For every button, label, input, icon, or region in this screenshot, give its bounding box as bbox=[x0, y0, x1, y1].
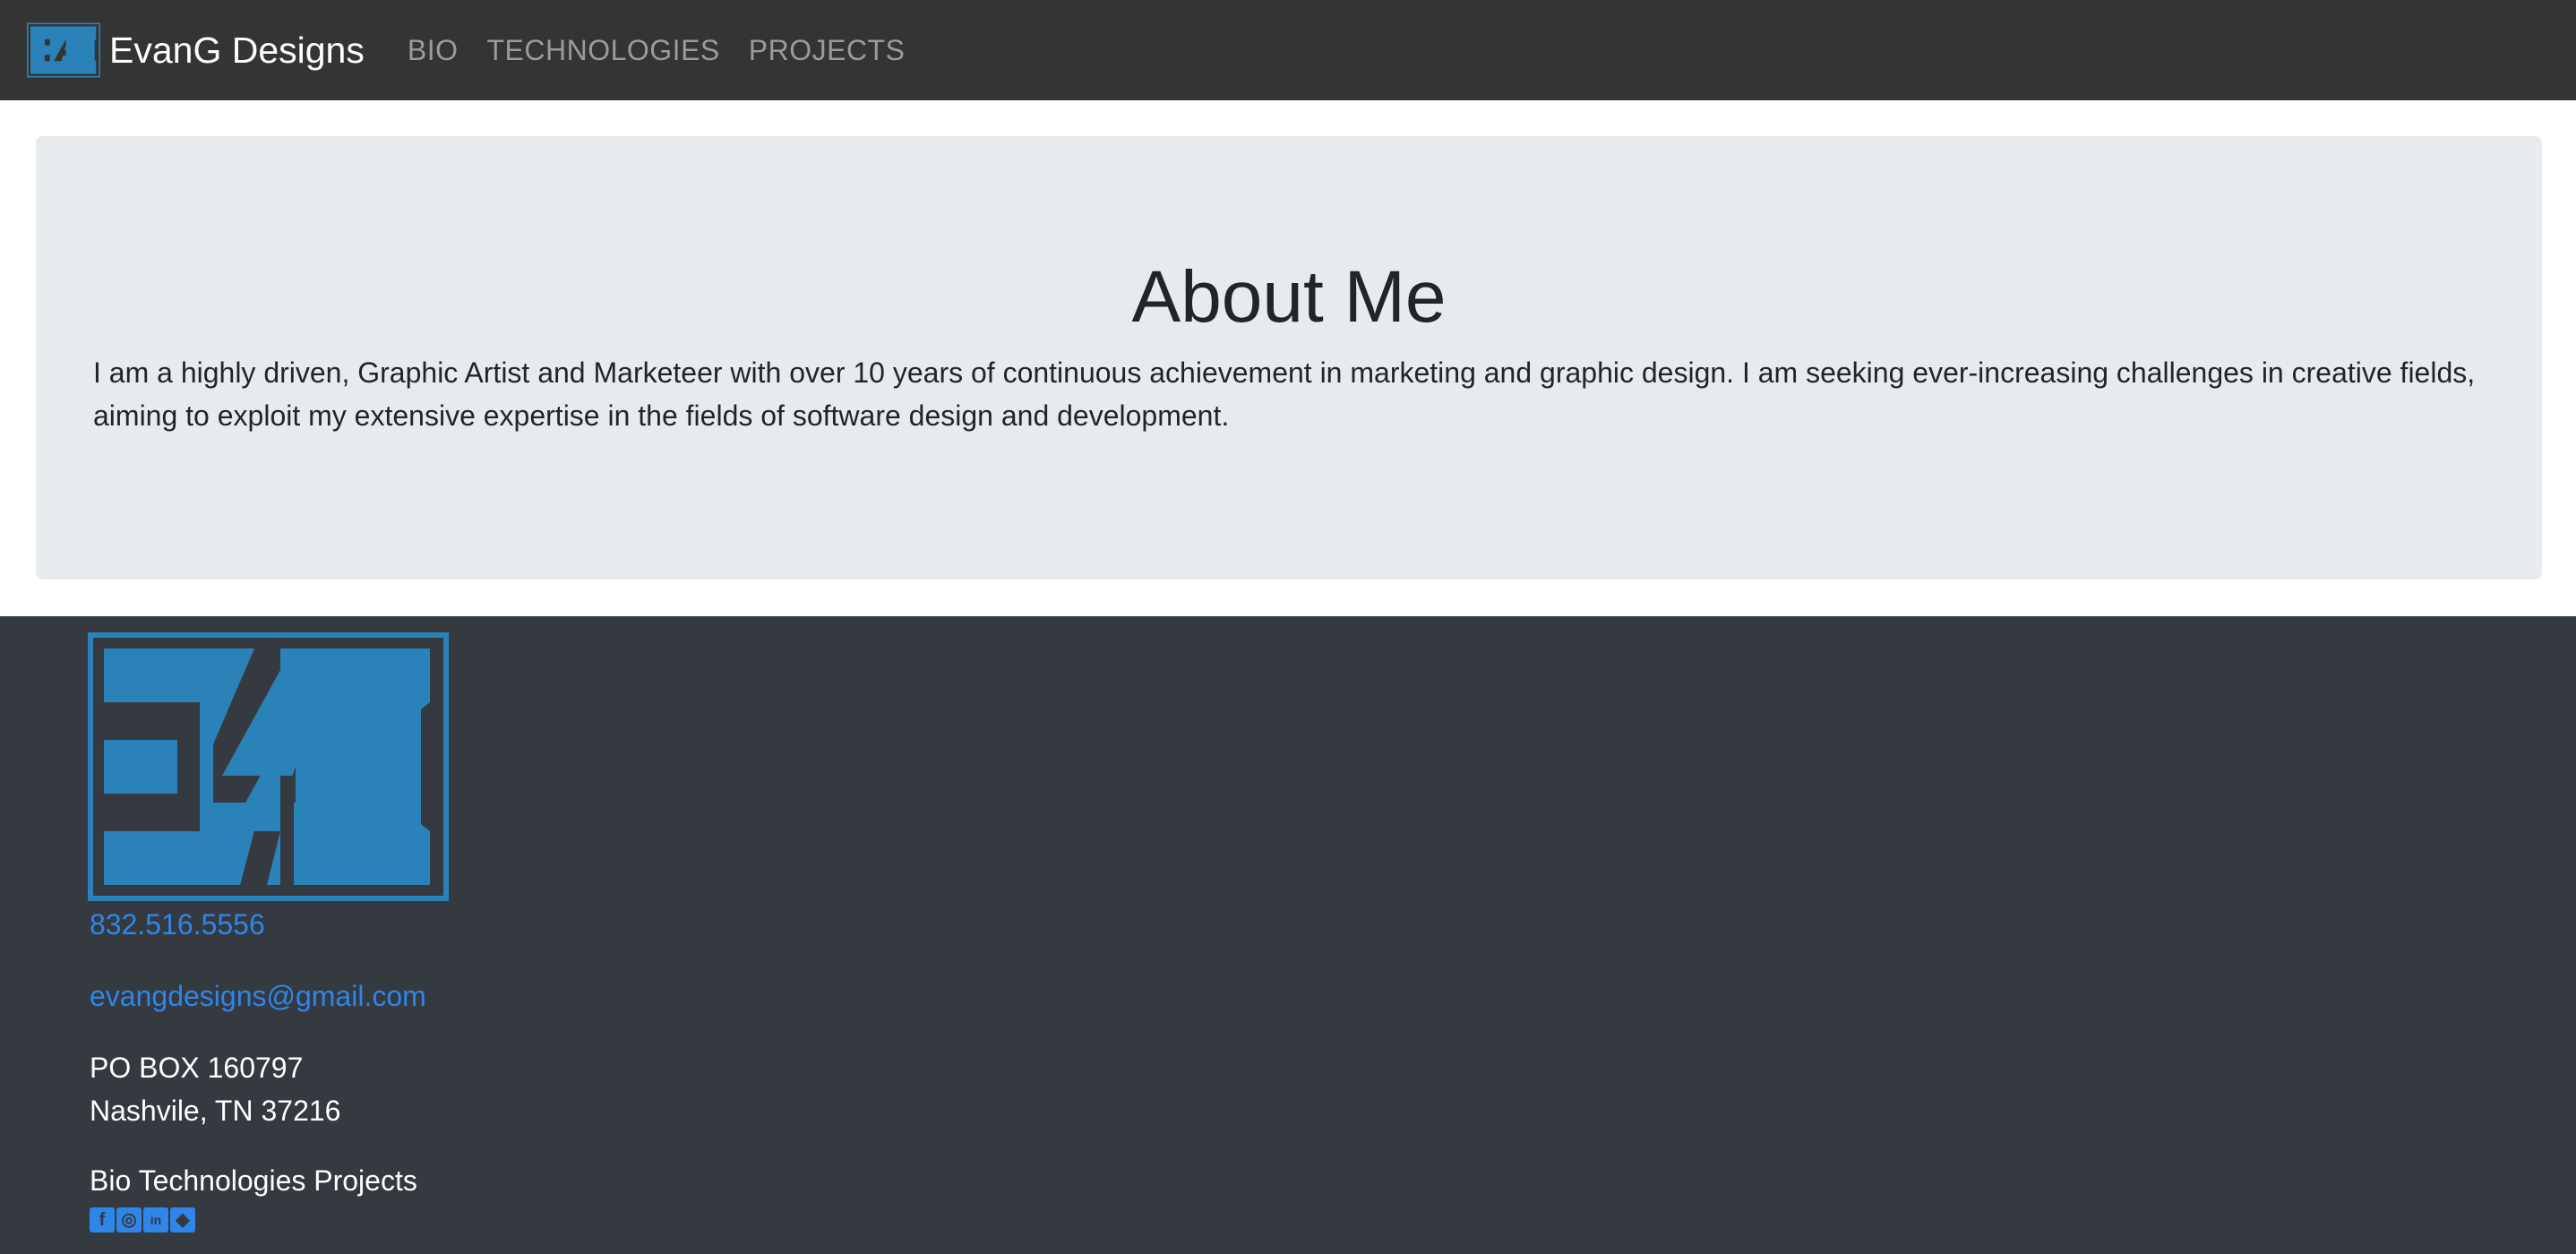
brand-title: EvanG Designs bbox=[109, 29, 365, 71]
nav-link-technologies[interactable]: TECHNOLOGIES bbox=[486, 34, 719, 67]
logo-icon bbox=[27, 22, 100, 78]
nav-links: BIO TECHNOLOGIES PROJECTS bbox=[408, 34, 934, 67]
instagram-icon[interactable]: ◎ bbox=[116, 1207, 142, 1233]
address-line-1: PO BOX 160797 bbox=[90, 1052, 304, 1084]
address-line-2: Nashvile, TN 37216 bbox=[90, 1095, 341, 1127]
footer-link-projects[interactable]: Projects bbox=[313, 1164, 417, 1197]
footer-link-technologies[interactable]: Technologies bbox=[139, 1164, 314, 1197]
about-me-text: I am a highly driven, Graphic Artist and… bbox=[93, 356, 2476, 432]
about-me-section: About Me I am a highly driven, Graphic A… bbox=[36, 136, 2542, 580]
footer: 832.516.5556 evangdesigns@gmail.com PO B… bbox=[0, 616, 2576, 1254]
top-navbar: EvanG Designs BIO TECHNOLOGIES PROJECTS bbox=[0, 0, 2576, 100]
footer-link-bio[interactable]: Bio bbox=[90, 1164, 139, 1197]
footer-nav: Bio Technologies Projects bbox=[90, 1164, 417, 1198]
email-link[interactable]: evangdesigns@gmail.com bbox=[90, 980, 426, 1013]
facebook-icon[interactable]: f bbox=[90, 1207, 115, 1233]
footer-logo-icon bbox=[88, 632, 449, 901]
brand-link[interactable]: EvanG Designs bbox=[27, 22, 365, 78]
social-links: f ◎ in ◆ bbox=[90, 1207, 197, 1233]
phone-link[interactable]: 832.516.5556 bbox=[90, 908, 265, 941]
nav-link-bio[interactable]: BIO bbox=[408, 34, 459, 67]
nav-link-projects[interactable]: PROJECTS bbox=[749, 34, 906, 67]
github-icon[interactable]: ◆ bbox=[170, 1207, 195, 1233]
about-me-title: About Me bbox=[1131, 256, 1447, 338]
linkedin-icon[interactable]: in bbox=[143, 1207, 168, 1233]
